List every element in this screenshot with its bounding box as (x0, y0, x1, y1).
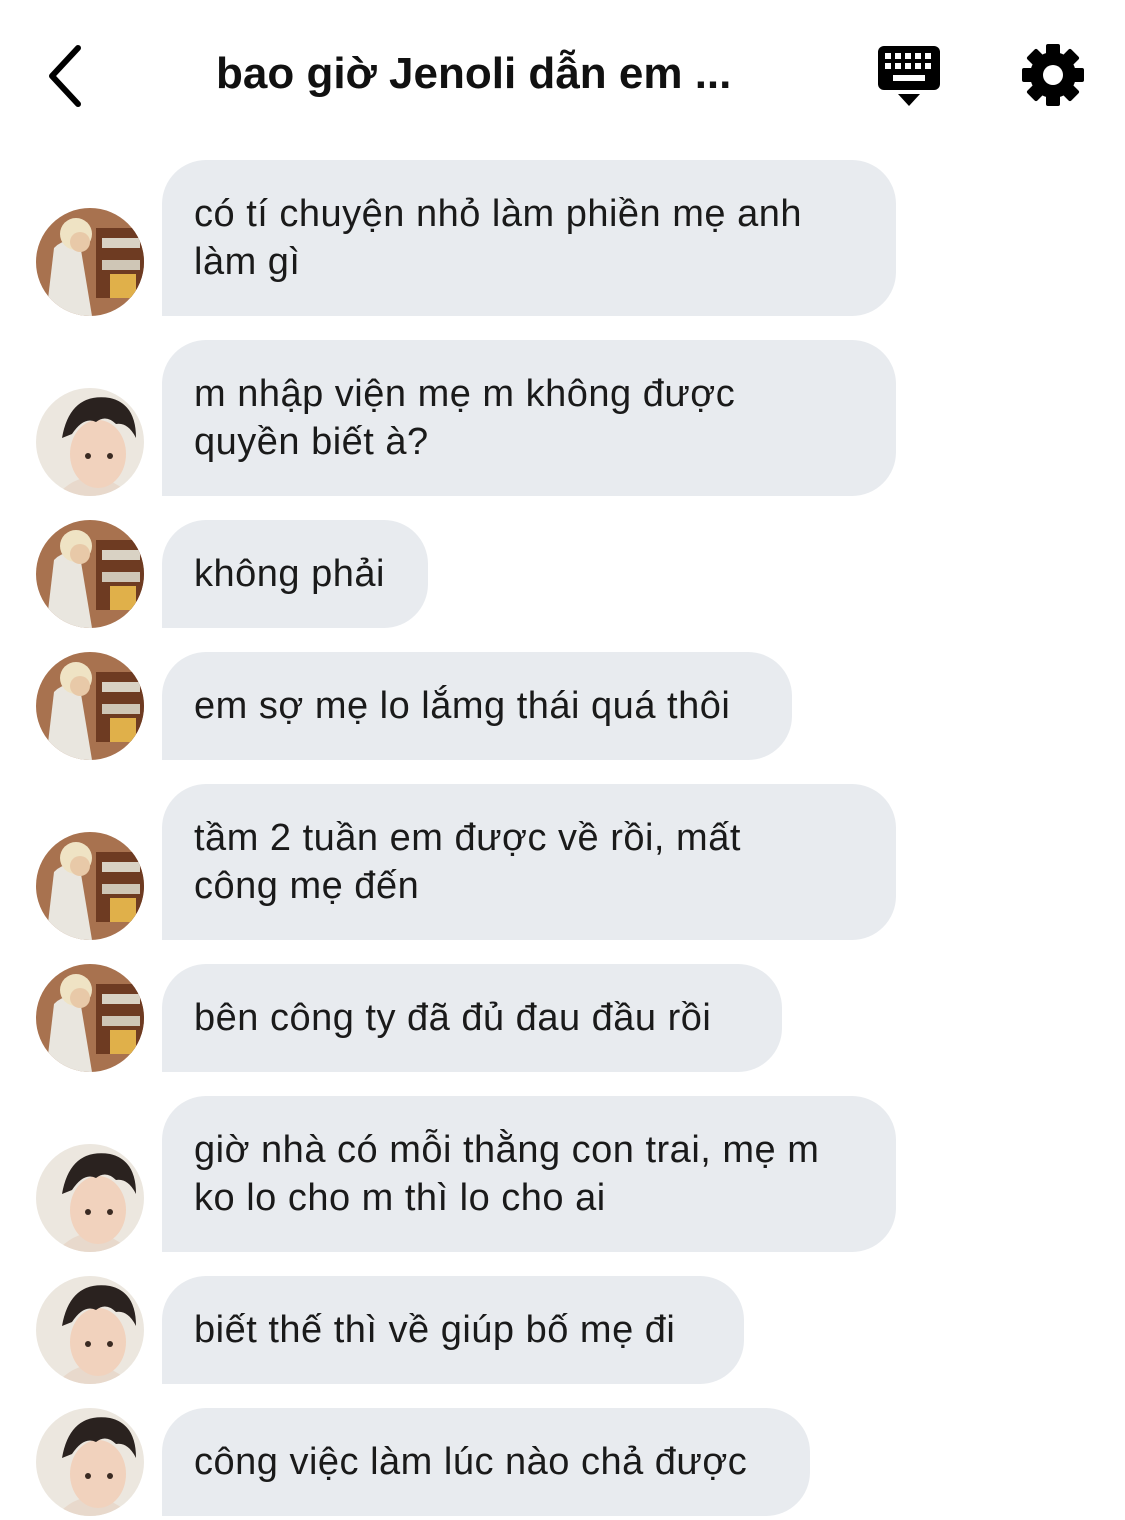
avatar-blond-image (36, 964, 144, 1072)
avatar-blond-image (36, 208, 144, 316)
avatar-dark[interactable] (36, 1144, 144, 1252)
avatar-dark[interactable] (36, 1408, 144, 1516)
avatar-dark-image (36, 1144, 144, 1252)
avatar-blond[interactable] (36, 652, 144, 760)
message-bubble[interactable]: công việc làm lúc nào chả được (162, 1408, 810, 1516)
avatar-blond-image (36, 652, 144, 760)
message-bubble[interactable]: bên công ty đã đủ đau đầu rồi (162, 964, 782, 1072)
avatar-blond-image (36, 520, 144, 628)
message-bubble[interactable]: tầm 2 tuần em được về rồi, mất công mẹ đ… (162, 784, 896, 940)
avatar-blond[interactable] (36, 520, 144, 628)
avatar-dark-image (36, 1408, 144, 1516)
message-bubble[interactable]: m nhập viện mẹ m không được quyền biết à… (162, 340, 896, 496)
avatar-blond[interactable] (36, 964, 144, 1072)
avatar-blond[interactable] (36, 208, 144, 316)
message-list: có tí chuyện nhỏ làm phiền mẹ anh làm gì… (0, 0, 1125, 1520)
chat-screen: bao giờ Jenoli dẫn em ... có tí chuyện n… (0, 0, 1125, 1520)
message-bubble[interactable]: giờ nhà có mỗi thằng con trai, mẹ m ko l… (162, 1096, 896, 1252)
avatar-blond[interactable] (36, 832, 144, 940)
avatar-dark[interactable] (36, 1276, 144, 1384)
avatar-blond-image (36, 832, 144, 940)
avatar-dark-image (36, 388, 144, 496)
avatar-dark[interactable] (36, 388, 144, 496)
message-bubble[interactable]: em sợ mẹ lo lắmg thái quá thôi (162, 652, 792, 760)
avatar-dark-image (36, 1276, 144, 1384)
message-bubble[interactable]: có tí chuyện nhỏ làm phiền mẹ anh làm gì (162, 160, 896, 316)
message-bubble[interactable]: không phải (162, 520, 428, 628)
message-bubble[interactable]: biết thế thì về giúp bố mẹ đi (162, 1276, 744, 1384)
